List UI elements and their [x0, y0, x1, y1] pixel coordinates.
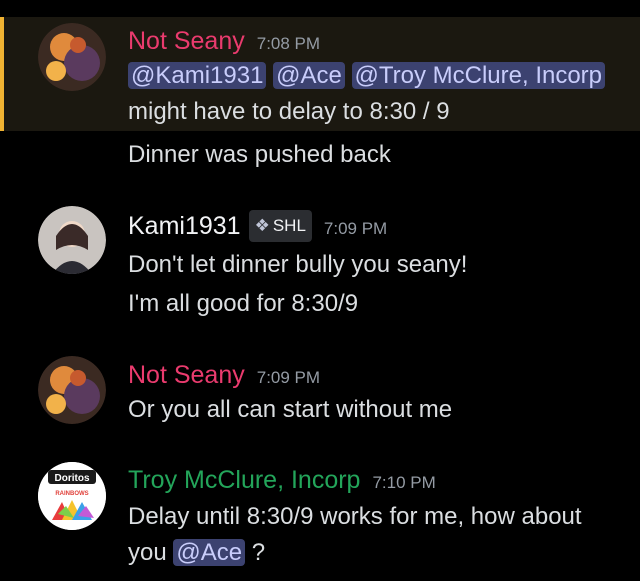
timestamp: 7:10 PM: [372, 473, 436, 492]
mention-kami1931[interactable]: @Kami1931: [128, 62, 267, 89]
author-name[interactable]: Kami1931: [128, 212, 241, 240]
guild-tag-badge[interactable]: ❖ SHL: [248, 210, 312, 242]
message-text: Or you all can start without me: [128, 396, 453, 423]
author-name[interactable]: Troy McClure, Incorp: [128, 466, 360, 494]
message-text: Delay until 8:30/9 works for me, how abo…: [128, 503, 582, 530]
avatar-troy-mcclure[interactable]: Doritos RAINBOWS: [38, 462, 106, 530]
mention-troy-mcclure[interactable]: @Troy McClure, Incorp: [351, 62, 606, 89]
timestamp: 7:08 PM: [256, 34, 321, 53]
message-1[interactable]: Not Seany 7:08 PM @Kami1931 @Ace @Troy Mc…: [0, 17, 640, 131]
author-name[interactable]: Not Seany: [128, 361, 245, 389]
avatar-kami1931[interactable]: [38, 206, 106, 274]
author-name[interactable]: Not Seany: [128, 27, 245, 55]
doritos-logo: Doritos: [55, 473, 90, 484]
message-text: Dinner was pushed back: [128, 141, 391, 168]
message-text: might have to delay to 8:30 / 9: [128, 98, 450, 125]
diamond-badge-icon: ❖: [254, 216, 270, 235]
timestamp: 7:09 PM: [256, 368, 321, 387]
avatar-not-seany[interactable]: [38, 23, 106, 91]
message-text: Don't let dinner bully you seany!: [128, 251, 468, 278]
message-text: you: [128, 539, 167, 566]
message-text: ?: [251, 539, 266, 566]
mention-ace[interactable]: @Ace: [173, 539, 246, 566]
mention-ace[interactable]: @Ace: [273, 62, 345, 89]
timestamp: 7:09 PM: [323, 219, 388, 238]
badge-label: SHL: [272, 216, 306, 235]
message-text: I'm all good for 8:30/9: [128, 290, 359, 317]
chat-log: Not Seany 7:08 PM @Kami1931 @Ace @Troy Mc…: [0, 0, 640, 581]
rainbows-label: RAINBOWS: [55, 491, 88, 497]
avatar-not-seany[interactable]: [38, 356, 106, 424]
